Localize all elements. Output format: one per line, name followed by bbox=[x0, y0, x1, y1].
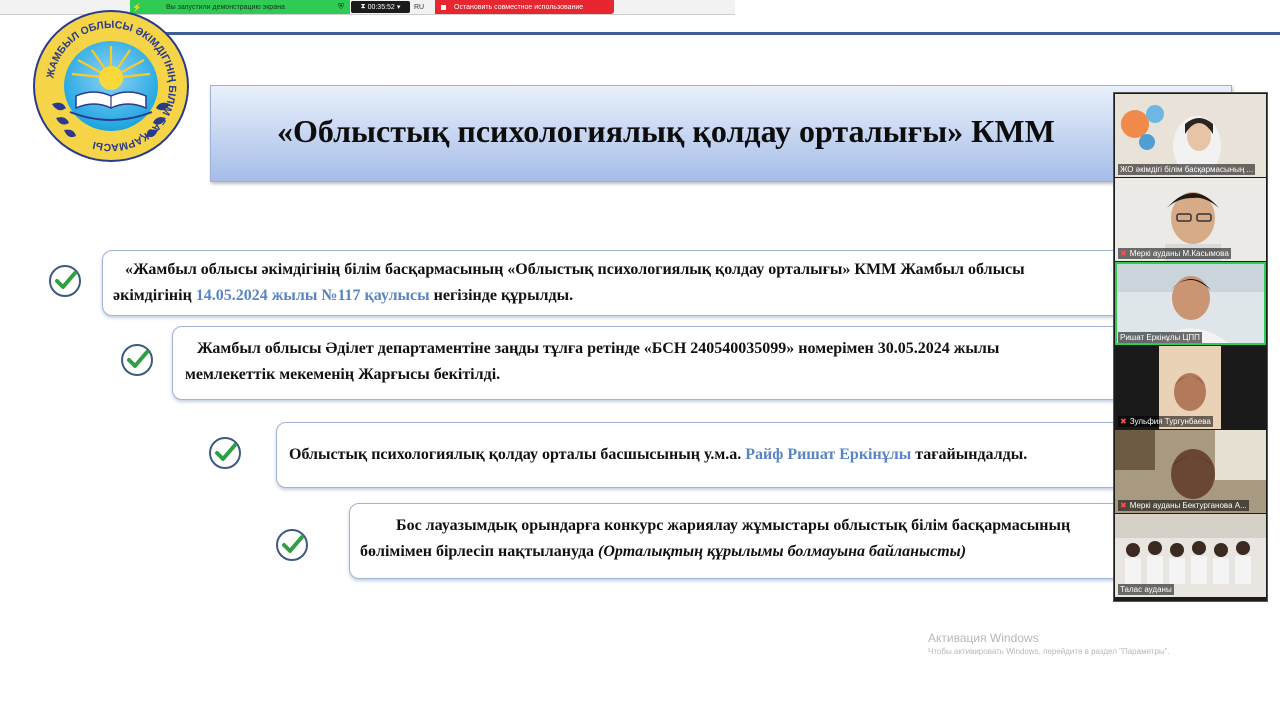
check-circle-icon bbox=[209, 437, 241, 469]
muted-mic-icon: ✖ bbox=[1120, 501, 1127, 510]
card-text-line: «Жамбыл облысы әкімдігінің білім басқарм… bbox=[113, 257, 1025, 283]
info-card-director: Облыстық психологиялық қолдау орталы бас… bbox=[276, 422, 1164, 488]
card-text-line: бөлімімен бірлесіп нақтылануда (Орталықт… bbox=[360, 539, 1070, 565]
card-text: «Жамбыл облысы әкімдігінің білім басқарм… bbox=[125, 261, 1025, 278]
card-note-italic: (Орталықтың құрылымы болмауына байланыст… bbox=[598, 543, 967, 560]
participant-video-tile[interactable]: ✖ Зульфия Тургунбаева bbox=[1115, 346, 1266, 429]
chevron-down-icon: ▾ bbox=[396, 4, 401, 11]
participant-name: ✖ Меркі ауданы Бектурганова А... bbox=[1118, 500, 1249, 511]
stop-icon bbox=[441, 4, 446, 10]
info-card-vacancies: Бос лауазымдық орындарға конкурс жарияла… bbox=[349, 503, 1164, 579]
participant-name: Талас ауданы bbox=[1118, 584, 1174, 595]
participant-name: ЖО әкімдігі білім басқармасының ... bbox=[1118, 164, 1256, 175]
card-text-line: әкімдігінің 14.05.2024 жылы №117 қаулысы… bbox=[113, 283, 1025, 309]
stop-sharing-button[interactable]: Остановить совместное использование bbox=[435, 0, 614, 14]
participant-name: ✖ Зульфия Тургунбаева bbox=[1118, 416, 1213, 427]
card-text-line: Облыстық психологиялық қолдау орталы бас… bbox=[289, 442, 1027, 468]
participant-name-text: Меркі ауданы Бектурганова А... bbox=[1129, 501, 1247, 510]
info-card-charter: Жамбыл облысы Әділет департаментіне заңд… bbox=[172, 326, 1164, 400]
card-text: тағайындалды. bbox=[911, 446, 1028, 463]
education-department-logo-icon: ЖАМБЫЛ ОБЛЫСЫ ӘКІМДІГІНІҢ БІЛІМ БАСҚАРМА… bbox=[33, 10, 189, 162]
card-text: бөлімімен бірлесіп нақтылануда bbox=[360, 543, 599, 560]
participant-video-strip: ЖО әкімдігі білім басқармасының ... ✖ Мер… bbox=[1113, 92, 1268, 602]
check-circle-icon bbox=[276, 529, 308, 561]
check-circle-icon bbox=[121, 344, 153, 376]
participant-video-tile[interactable]: ЖО әкімдігі білім басқармасының ... bbox=[1115, 94, 1266, 177]
slide-title: «Облыстық психологиялық қолдау орталығы»… bbox=[277, 113, 1055, 149]
participant-name-text: Меркі ауданы М.Касымова bbox=[1129, 249, 1229, 258]
card-text: мемлекеттік мекеменің Жарғысы бекітілді. bbox=[185, 366, 501, 383]
participant-video-tile[interactable]: ✖ Меркі ауданы М.Касымова bbox=[1115, 178, 1266, 261]
info-card-founding: «Жамбыл облысы әкімдігінің білім басқарм… bbox=[102, 250, 1164, 316]
participant-name: Ришат Еркінұлы ЦПП bbox=[1118, 332, 1202, 343]
participant-video-tile[interactable]: Талас ауданы bbox=[1115, 514, 1266, 597]
resolution-highlight: 14.05.2024 жылы №117 қаулысы bbox=[195, 287, 430, 304]
participant-video-tile-active[interactable]: Ришат Еркінұлы ЦПП bbox=[1115, 262, 1266, 345]
card-text: Жамбыл облысы Әділет департаментіне заңд… bbox=[197, 340, 1000, 357]
director-name-highlight: Райф Ришат Еркінұлы bbox=[745, 446, 912, 463]
header-divider bbox=[165, 32, 1280, 35]
watermark-title: Активация Windows bbox=[928, 631, 1039, 645]
recording-timer[interactable]: ⧗ 00:35:52 ▾ bbox=[351, 1, 410, 13]
shield-icon: ⛨ bbox=[338, 2, 344, 11]
participant-name-text: Зульфия Тургунбаева bbox=[1129, 417, 1211, 426]
muted-mic-icon: ✖ bbox=[1120, 417, 1127, 426]
card-text: Бос лауазымдық орындарға конкурс жарияла… bbox=[396, 517, 1071, 534]
muted-mic-icon: ✖ bbox=[1120, 249, 1127, 258]
timer-text: 00:35:52 bbox=[367, 3, 395, 11]
card-text: негізінде құрылды. bbox=[429, 287, 574, 304]
card-text-line: мемлекеттік мекеменің Жарғысы бекітілді. bbox=[185, 362, 999, 388]
card-text: Облыстық психологиялық қолдау орталы бас… bbox=[289, 446, 746, 463]
language-indicator[interactable]: RU bbox=[414, 1, 432, 13]
check-circle-icon bbox=[49, 265, 81, 297]
participant-video-tile[interactable]: ✖ Меркі ауданы Бектурганова А... bbox=[1115, 430, 1266, 513]
participant-name: ✖ Меркі ауданы М.Касымова bbox=[1118, 248, 1231, 259]
slide-title-banner: «Облыстық психологиялық қолдау орталығы»… bbox=[210, 85, 1232, 182]
watermark-subtitle: Чтобы активировать Windows, перейдите в … bbox=[928, 647, 1170, 656]
hourglass-icon: ⧗ bbox=[360, 3, 366, 10]
windows-activation-watermark: Активация Windows Чтобы активировать Win… bbox=[928, 631, 1170, 659]
card-text-line: Жамбыл облысы Әділет департаментіне заңд… bbox=[185, 336, 999, 362]
card-text-line: Бос лауазымдық орындарға конкурс жарияла… bbox=[360, 513, 1070, 539]
card-text: әкімдігінің bbox=[113, 287, 196, 304]
stop-sharing-label: Остановить совместное использование bbox=[454, 3, 584, 11]
